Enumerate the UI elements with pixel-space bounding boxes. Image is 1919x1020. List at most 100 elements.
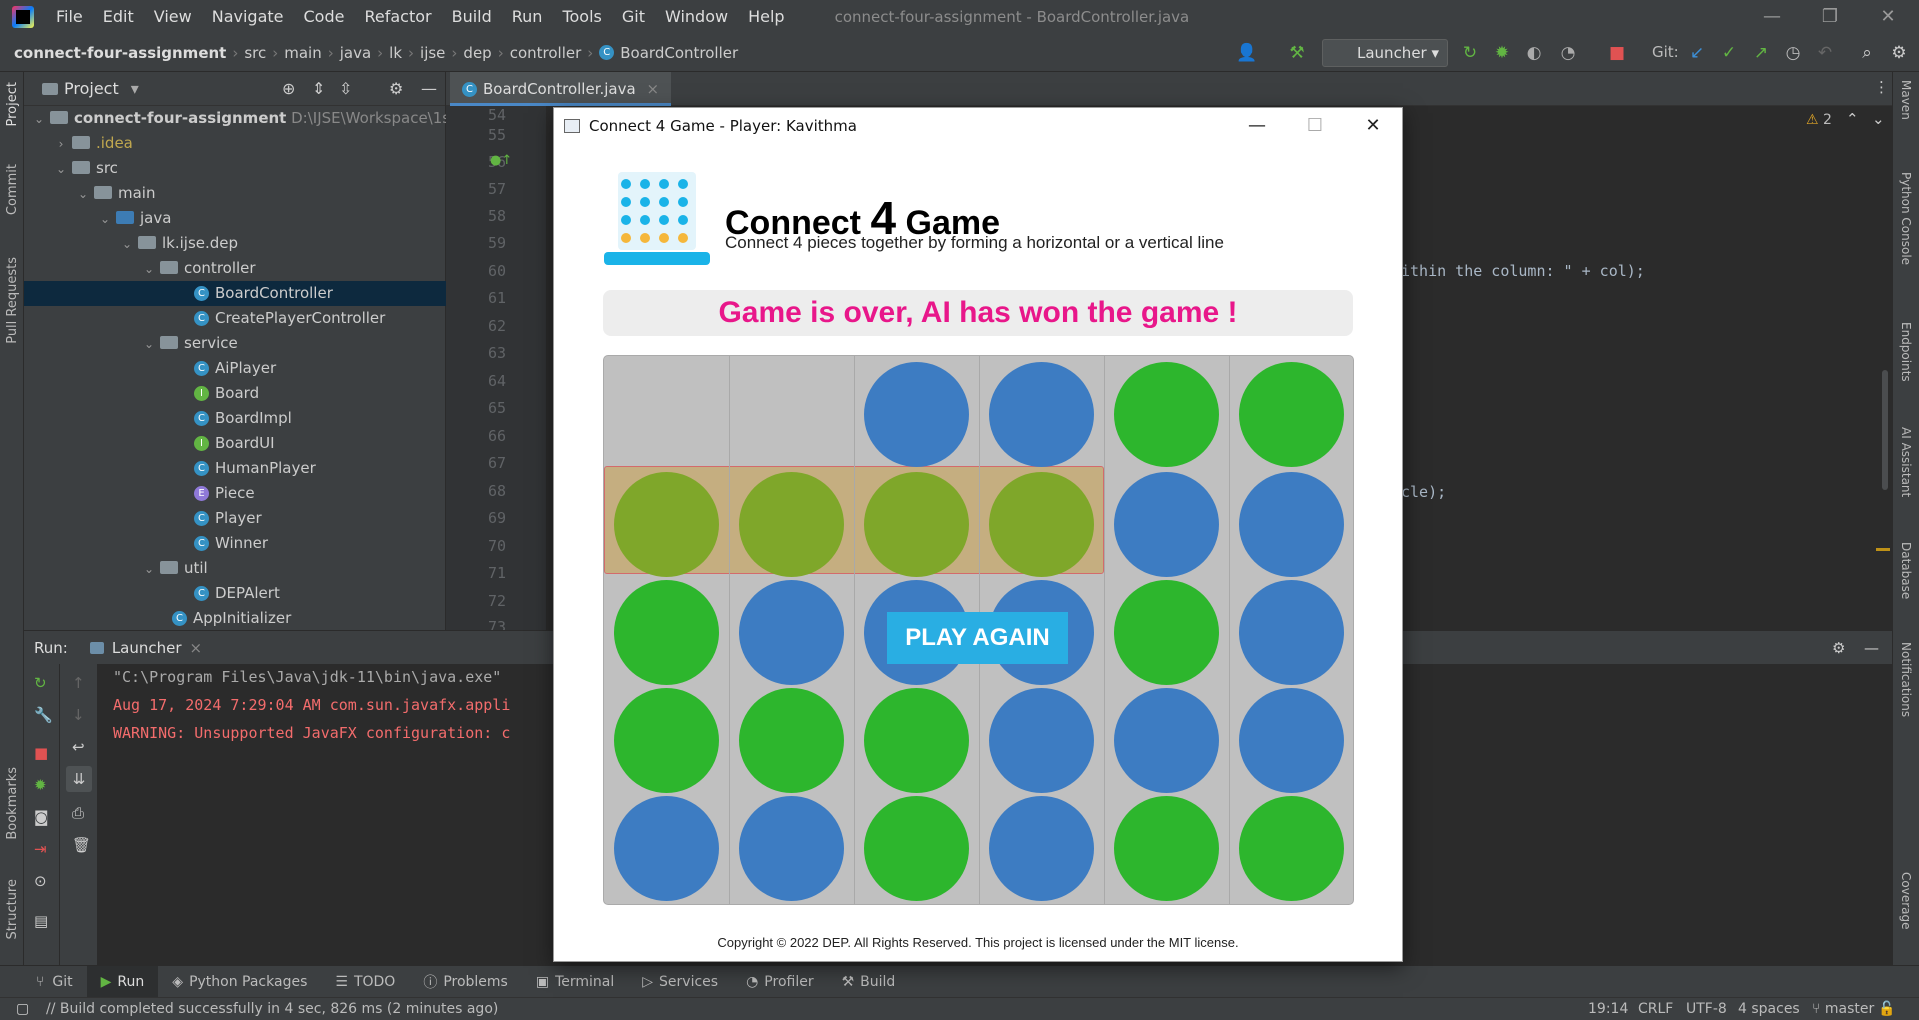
tool-python-packages[interactable]: ◈ Python Packages [158,966,321,998]
restore-icon[interactable]: ❐ [1801,0,1859,34]
menu-run[interactable]: Run [502,0,553,34]
rerun-icon[interactable]: ↻ [34,674,47,692]
status-message[interactable]: // Build completed successfully in 4 sec… [46,998,498,1020]
layout-icon[interactable]: ▤ [34,912,48,930]
panel-toggle-icon[interactable]: ▢ [16,998,29,1020]
tool-build[interactable]: ⚒ Build [828,966,910,998]
tree-item-boardimpl[interactable]: C BoardImpl [24,406,446,431]
run-tab-close-icon[interactable]: × [190,639,203,657]
tool-terminal[interactable]: ▣ Terminal [522,966,628,998]
git-branch[interactable]: ⑂ master [1812,998,1874,1020]
bookmarks-tool-tab[interactable]: Bookmarks [5,767,20,840]
close-icon[interactable]: ✕ [1859,0,1917,34]
tab-close-icon[interactable]: × [646,80,659,98]
debug-icon[interactable]: ✹ [1490,41,1514,65]
tree-item-aiplayer[interactable]: C AiPlayer [24,356,446,381]
menu-refactor[interactable]: Refactor [354,0,441,34]
debug-icon[interactable]: ✹ [34,776,47,794]
breadcrumb-boardcontroller[interactable]: BoardController [620,44,738,62]
git-update-icon[interactable]: ↙ [1685,41,1709,65]
menu-navigate[interactable]: Navigate [202,0,294,34]
tree-item-controller[interactable]: ⌄ controller [24,256,446,281]
menu-git[interactable]: Git [612,0,655,34]
project-view-select[interactable]: Project [64,79,119,98]
tool-run[interactable]: ▶ Run [86,965,159,998]
breadcrumb-java[interactable]: java [340,44,371,62]
stop-icon[interactable]: ■ [1605,41,1629,65]
tree-item-util[interactable]: ⌄ util [24,556,446,581]
breadcrumb-ijse[interactable]: ijse [420,44,445,62]
tree-item-src[interactable]: ⌄ src [24,156,446,181]
tool-git[interactable]: ⑂ Git [0,966,87,998]
breadcrumb-src[interactable]: src [244,44,266,62]
breadcrumb-controller[interactable]: controller [510,44,582,62]
warning-marker[interactable] [1876,548,1890,551]
menu-edit[interactable]: Edit [93,0,144,34]
wrench-icon[interactable]: 🔧 [34,706,53,724]
menu-window[interactable]: Window [655,0,738,34]
menu-tools[interactable]: Tools [552,0,611,34]
tree-item-piece[interactable]: E Piece [24,481,446,506]
menu-view[interactable]: View [144,0,202,34]
coverage-icon[interactable]: ◐ [1522,41,1546,65]
run-hide-icon[interactable]: — [1864,639,1879,657]
tree-item-boardui[interactable]: I BoardUI [24,431,446,456]
git-push-icon[interactable]: ↗ [1749,41,1773,65]
hide-panel-icon[interactable]: — [421,79,437,98]
tree-item-humanplayer[interactable]: C HumanPlayer [24,456,446,481]
tree-item-winner[interactable]: C Winner [24,531,446,556]
stop-icon[interactable]: ■ [34,744,48,762]
file-encoding[interactable]: UTF-8 [1686,998,1727,1020]
menu-build[interactable]: Build [442,0,502,34]
database-tool-tab[interactable]: Database [1899,542,1913,599]
game-maximize-icon[interactable]: ☐ [1286,108,1344,144]
up-arrow-icon[interactable]: ↑ [72,674,85,692]
editor-scrollbar[interactable] [1882,370,1888,490]
notifications-tool-tab[interactable]: Notifications [1899,642,1913,717]
tab-boardcontroller[interactable]: C BoardController.java × [450,72,672,106]
indent-setting[interactable]: 4 spaces [1738,998,1800,1020]
pull-requests-tool-tab[interactable]: Pull Requests [5,257,20,344]
collapse-all-icon[interactable]: ⇳ [339,79,352,98]
tool-services[interactable]: ▷ Services [628,966,732,998]
game-close-icon[interactable]: ✕ [1344,108,1402,144]
play-again-button[interactable]: PLAY AGAIN [887,612,1068,664]
menu-file[interactable]: File [46,0,93,34]
tree-item-boardcontroller[interactable]: C BoardController [24,281,446,306]
build-hammer-icon[interactable]: ⚒ [1285,41,1309,65]
next-highlight-icon[interactable]: ⌄ [1872,110,1885,128]
tree-item-idea[interactable]: › .idea [24,131,446,156]
tool-todo[interactable]: ☰ TODO [321,966,409,998]
game-minimize-icon[interactable]: — [1228,108,1286,144]
run-settings-icon[interactable]: ⚙ [1832,639,1845,657]
tree-item-appinitializer[interactable]: C AppInitializer [24,606,446,631]
gear-icon[interactable]: ⚙ [389,79,403,98]
history-icon[interactable]: ◷ [1781,41,1805,65]
caret-position[interactable]: 19:14 [1588,998,1628,1020]
run-tab-launcher[interactable]: Launcher × [89,639,203,657]
ai-assistant-tool-tab[interactable]: AI Assistant [1899,427,1913,497]
previous-highlight-icon[interactable]: ⌃ [1846,110,1859,128]
camera-icon[interactable]: ◙ [34,808,49,826]
coverage-tool-tab[interactable]: Coverage [1899,872,1913,930]
rerun-icon[interactable]: ↻ [1458,41,1482,65]
rollback-icon[interactable]: ↶ [1813,41,1837,65]
run-config-select[interactable]: Launcher ▾ [1322,39,1448,67]
python-console-tool-tab[interactable]: Python Console [1899,172,1913,265]
tree-item-createplayercontroller[interactable]: C CreatePlayerController [24,306,446,331]
locate-icon[interactable]: ⊕ [282,79,295,98]
search-icon[interactable]: ⌕ [1855,41,1879,65]
tree-item-depalert[interactable]: C DEPAlert [24,581,446,606]
breadcrumb-project[interactable]: connect-four-assignment [14,44,226,62]
implements-gutter-icon[interactable]: ●↑ [490,153,512,168]
settings-icon[interactable]: ⚙ [1887,41,1911,65]
profile-icon[interactable]: ◔ [1556,41,1580,65]
tree-item-package[interactable]: ⌄ lk.ijse.dep [24,231,446,256]
breadcrumb-lk[interactable]: lk [389,44,402,62]
git-commit-icon[interactable]: ✓ [1717,41,1741,65]
tool-problems[interactable]: ⓘ Problems [409,966,522,998]
structure-tool-tab[interactable]: Structure [5,879,20,939]
tree-item-project-root[interactable]: ⌄ connect-four-assignment D:\IJSE\Workspa… [24,106,494,131]
exit-icon[interactable]: ⇥ [34,840,47,858]
breadcrumb-dep[interactable]: dep [463,44,491,62]
